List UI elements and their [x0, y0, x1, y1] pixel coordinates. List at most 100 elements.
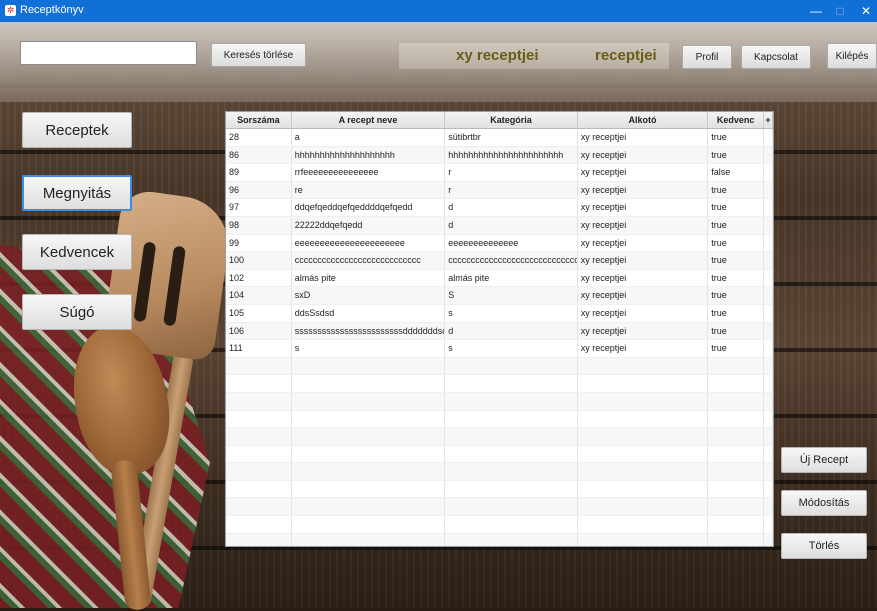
- contact-button[interactable]: Kapcsolat: [741, 45, 811, 69]
- cell-category: hhhhhhhhhhhhhhhhhhhhhhh: [445, 146, 578, 164]
- window-titlebar: ✲ Receptkönyv — □ ✕: [0, 0, 877, 22]
- window-title: Receptkönyv: [20, 4, 84, 16]
- maximize-icon[interactable]: □: [826, 1, 854, 21]
- table-row-empty: [226, 533, 773, 546]
- empty-cell: [445, 463, 578, 480]
- empty-cell: [445, 428, 578, 445]
- empty-cell: [292, 375, 446, 392]
- column-header-favorite[interactable]: Kedvenc: [708, 112, 765, 128]
- empty-cell: [764, 480, 773, 498]
- empty-cell: [764, 410, 773, 428]
- empty-cell: [708, 516, 765, 533]
- table-row[interactable]: 99 eeeeeeeeeeeeeeeeeeeeee eeeeeeeeeeeeee xy…: [226, 234, 773, 253]
- table-row[interactable]: 100 cccccccccccccccccccccccccccc ccccccccc…: [226, 252, 773, 270]
- empty-cell: [445, 392, 578, 410]
- empty-cell: [708, 480, 765, 498]
- header-username: xy receptjei: [456, 47, 539, 64]
- new-recipe-button[interactable]: Új Recept: [781, 447, 867, 473]
- cell-favorite: true: [708, 340, 765, 357]
- column-header-name[interactable]: A recept neve: [292, 112, 446, 128]
- cell-name: rrfeeeeeeeeeeeeeee: [292, 164, 446, 181]
- cell-author: xy receptjei: [578, 199, 709, 216]
- nav-open-button[interactable]: Megnyitás: [22, 175, 132, 211]
- empty-cell: [578, 516, 709, 533]
- empty-cell: [764, 375, 773, 392]
- cell-spacer: [764, 304, 773, 322]
- header-receptjei-label: receptjei: [595, 47, 657, 64]
- nav-help-button[interactable]: Súgó: [22, 294, 132, 330]
- empty-cell: [292, 357, 446, 375]
- modify-button[interactable]: Módosítás: [781, 490, 867, 516]
- empty-cell: [445, 533, 578, 546]
- cell-favorite: true: [708, 146, 765, 164]
- table-row[interactable]: 104 sxD Sxy receptjei true: [226, 287, 773, 305]
- table-row[interactable]: 96 re r xy receptjei true: [226, 181, 773, 200]
- table-row[interactable]: 111 s s xy receptjei true: [226, 340, 773, 358]
- empty-cell: [445, 357, 578, 375]
- search-input[interactable]: [20, 41, 197, 65]
- table-row[interactable]: 98 22222ddqefqedd d xy receptjei true: [226, 216, 773, 235]
- empty-cell: [445, 498, 578, 516]
- nav-recipes-button[interactable]: Receptek: [22, 112, 132, 148]
- cell-spacer: [764, 181, 773, 199]
- cell-category: almás pite: [445, 269, 578, 287]
- column-header-author[interactable]: Alkotó: [578, 112, 709, 128]
- empty-cell: [226, 463, 292, 480]
- delete-button[interactable]: Törlés: [781, 533, 867, 559]
- cell-number: 99: [226, 234, 292, 252]
- table-row-empty: [226, 357, 773, 376]
- empty-cell: [226, 533, 292, 546]
- cell-name: eeeeeeeeeeeeeeeeeeeeee: [292, 234, 446, 252]
- cell-name: almás pite: [292, 269, 446, 287]
- cell-author: xy receptjei: [578, 181, 709, 199]
- cell-number: 96: [226, 181, 292, 199]
- empty-cell: [578, 357, 709, 375]
- cell-category: s: [445, 340, 578, 357]
- cell-name: ddsSsdsd: [292, 304, 446, 322]
- column-menu-button[interactable]: +: [764, 112, 773, 128]
- exit-button[interactable]: Kilépés: [827, 43, 877, 69]
- empty-cell: [445, 410, 578, 428]
- column-header-number[interactable]: Sorszáma: [226, 112, 292, 128]
- close-icon[interactable]: ✕: [852, 1, 877, 21]
- cell-spacer: [764, 340, 773, 357]
- cell-name: 22222ddqefqedd: [292, 216, 446, 234]
- table-row[interactable]: 106 ssssssssssssssssssssssssdddddddsdsd d x…: [226, 322, 773, 341]
- table-row[interactable]: 105 ddsSsdsd s xy receptjei true: [226, 304, 773, 323]
- table-row-empty: [226, 445, 773, 464]
- empty-cell: [708, 392, 765, 410]
- table-row[interactable]: 97 ddqefqeddqefqeddddqefqedd d xy receptjei…: [226, 199, 773, 217]
- table-row[interactable]: 28 a sütibrtbr xy receptjei true: [226, 129, 773, 147]
- cell-favorite: false: [708, 164, 765, 181]
- empty-cell: [292, 463, 446, 480]
- nav-favorites-button[interactable]: Kedvencek: [22, 234, 132, 270]
- empty-cell: [445, 445, 578, 463]
- cell-name: cccccccccccccccccccccccccccc: [292, 252, 446, 269]
- empty-cell: [292, 392, 446, 410]
- table-row-empty: [226, 463, 773, 481]
- cell-author: xy receptjei: [578, 216, 709, 234]
- table-row[interactable]: 86 hhhhhhhhhhhhhhhhhhhh hhhhhhhhhhhhhhhhhh…: [226, 146, 773, 165]
- column-header-category[interactable]: Kategória: [445, 112, 578, 128]
- recipes-table[interactable]: Sorszáma A recept neve Kategória Alkotó …: [225, 111, 774, 547]
- empty-cell: [226, 498, 292, 516]
- table-row-empty: [226, 392, 773, 411]
- empty-cell: [292, 498, 446, 516]
- empty-cell: [708, 428, 765, 445]
- cell-category: d: [445, 199, 578, 216]
- cell-author: xy receptjei: [578, 287, 709, 304]
- cell-category: S: [445, 287, 578, 304]
- table-row[interactable]: 102 almás pite almás pite xy receptjei true: [226, 269, 773, 288]
- cell-number: 106: [226, 322, 292, 340]
- empty-cell: [708, 463, 765, 480]
- cell-spacer: [764, 199, 773, 216]
- cell-favorite: true: [708, 216, 765, 234]
- empty-cell: [708, 445, 765, 463]
- table-row[interactable]: 89 rrfeeeeeeeeeeeeeee r xy receptjei false: [226, 164, 773, 182]
- cell-category: cccccccccccccccccccccccccccccccc: [445, 252, 578, 269]
- profile-button[interactable]: Profil: [682, 45, 732, 69]
- empty-cell: [708, 533, 765, 546]
- cell-favorite: true: [708, 304, 765, 322]
- clear-search-button[interactable]: Keresés törlése: [211, 43, 306, 67]
- app-logo-icon: ✲: [5, 5, 16, 16]
